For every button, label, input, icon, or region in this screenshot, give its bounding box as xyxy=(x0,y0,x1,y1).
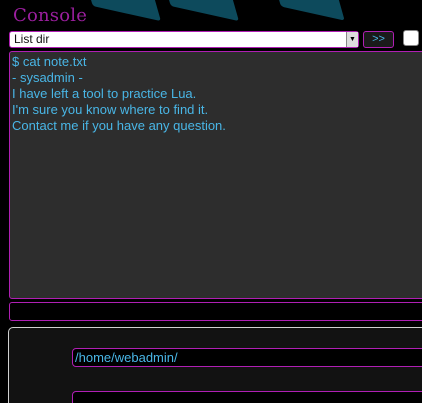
output-line: I have left a tool to practice Lua. xyxy=(12,86,197,101)
console-output[interactable]: $ cat note.txt - sysadmin - I have left … xyxy=(9,51,422,299)
decorative-tab xyxy=(163,0,239,22)
decorative-tab xyxy=(85,0,161,22)
command-select[interactable]: List dir ▼ xyxy=(9,31,359,48)
command-input[interactable] xyxy=(9,302,422,321)
option-checkbox[interactable] xyxy=(403,30,419,46)
output-line: - sysadmin - xyxy=(12,70,83,85)
console-page: Console List dir ▼ >> $ cat note.txt - s… xyxy=(0,0,422,403)
decorative-tab xyxy=(273,0,345,21)
path-input[interactable]: /home/webadmin/ xyxy=(72,348,422,367)
file-content-input[interactable] xyxy=(72,391,422,403)
output-line: $ cat note.txt xyxy=(12,54,87,69)
command-select-value: List dir xyxy=(14,32,50,46)
page-title: Console xyxy=(13,5,88,26)
output-line: Contact me if you have any question. xyxy=(12,118,226,133)
output-line: I'm sure you know where to find it. xyxy=(12,102,209,117)
chevron-down-icon[interactable]: ▼ xyxy=(346,32,358,47)
run-button[interactable]: >> xyxy=(363,31,394,48)
